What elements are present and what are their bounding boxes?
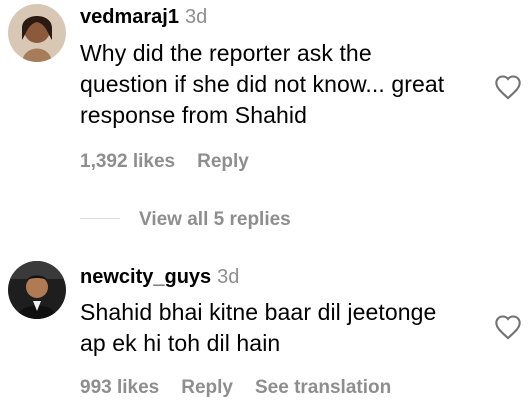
comment-actions: 1,392 likes Reply <box>80 151 271 173</box>
replies-divider <box>80 218 120 219</box>
comment-timestamp: 3d <box>217 266 240 288</box>
reply-button[interactable]: Reply <box>197 151 249 172</box>
avatar[interactable] <box>8 4 66 62</box>
see-translation-button[interactable]: See translation <box>255 377 391 398</box>
comment-text: Shahid bhai kitne baar dil jeetonge ap e… <box>80 297 436 359</box>
heart-outline-icon[interactable] <box>494 74 522 100</box>
comment-text: Why did the reporter ask the question if… <box>80 38 444 131</box>
comment-username[interactable]: newcity_guys 3d <box>80 266 239 289</box>
comment-text-line: ap ek hi toh dil hain <box>80 330 281 356</box>
username-text[interactable]: newcity_guys <box>80 266 211 288</box>
likes-count[interactable]: 993 likes <box>80 377 159 398</box>
comment-timestamp: 3d <box>184 6 208 28</box>
comment-username[interactable]: vedmaraj1 3d <box>80 6 207 29</box>
comment-text-line: question if she did not know... great <box>80 71 445 97</box>
comment-text-line: Shahid bhai kitne baar dil jeetonge <box>80 299 437 325</box>
view-replies-button[interactable]: View all 5 replies <box>139 209 291 231</box>
reply-button[interactable]: Reply <box>181 377 233 398</box>
heart-outline-icon[interactable] <box>494 314 522 340</box>
likes-count[interactable]: 1,392 likes <box>80 151 175 172</box>
comment-text-line: response from Shahid <box>80 102 308 128</box>
comment-actions: 993 likes Reply See translation <box>80 377 413 399</box>
username-text[interactable]: vedmaraj1 <box>80 6 179 28</box>
comment-text-line: Why did the reporter ask the <box>80 40 372 66</box>
avatar[interactable] <box>8 261 66 319</box>
